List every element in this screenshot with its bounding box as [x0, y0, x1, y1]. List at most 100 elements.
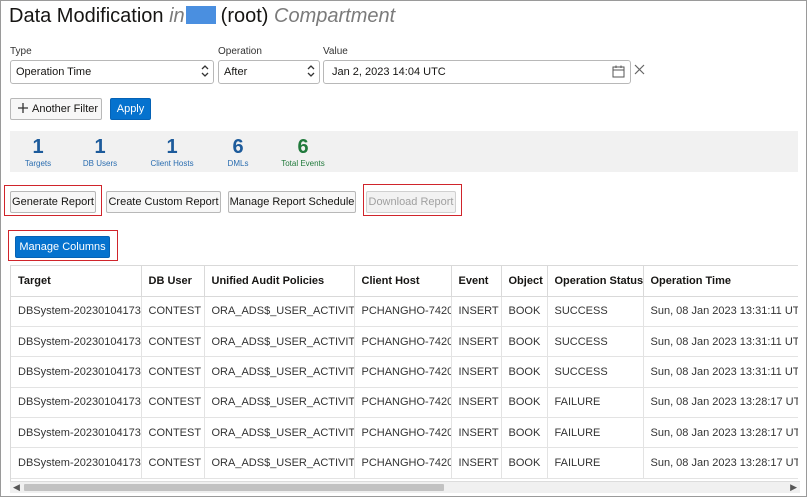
- stat-db-users-value: 1: [94, 136, 106, 158]
- generate-report-button[interactable]: Generate Report: [10, 191, 96, 213]
- cell-unified-audit-policies: ORA_ADS$_USER_ACTIVITY: [204, 356, 355, 388]
- cell-unified-audit-policies: ORA_ADS$_USER_ACTIVITY: [204, 447, 355, 479]
- audit-events-table: Target DB User Unified Audit Policies Cl…: [10, 265, 798, 481]
- cell-target: DBSystem-202301041737: [11, 417, 142, 449]
- cell-db-user: CONTEST: [141, 417, 205, 449]
- cell-target: DBSystem-202301041737: [11, 356, 142, 388]
- stat-dmls-value: 6: [232, 136, 244, 158]
- stat-client-hosts-value: 1: [166, 136, 178, 158]
- stat-db-users-label: DB Users: [82, 159, 118, 168]
- stat-targets[interactable]: 1 Targets: [18, 135, 58, 168]
- stat-total-events-value: 6: [297, 136, 309, 158]
- manage-columns-button[interactable]: Manage Columns: [15, 236, 110, 258]
- cell-object: BOOK: [501, 447, 548, 479]
- scrollbar-thumb[interactable]: [24, 484, 444, 491]
- cell-client-host: PCHANGHO-7420: [354, 387, 452, 419]
- cell-event: INSERT: [451, 387, 502, 419]
- cell-operation-time: Sun, 08 Jan 2023 13:31:11 UTC: [643, 326, 798, 358]
- chevron-updown-icon: [200, 63, 210, 82]
- cell-operation-status: FAILURE: [547, 387, 644, 419]
- cell-target: DBSystem-202301041737: [11, 296, 142, 327]
- plus-icon: [17, 101, 29, 121]
- value-date-input[interactable]: Jan 2, 2023 14:04 UTC: [323, 60, 631, 84]
- cell-target: DBSystem-202301041737: [11, 447, 142, 479]
- stat-client-hosts[interactable]: 1 Client Hosts: [144, 135, 200, 168]
- stat-dmls[interactable]: 6 DMLs: [220, 135, 256, 168]
- column-header-unified-audit-policies[interactable]: Unified Audit Policies: [204, 266, 355, 297]
- stat-targets-label: Targets: [24, 159, 52, 168]
- table-row[interactable]: DBSystem-202301041737 CONTEST ORA_ADS$_USE…: [11, 387, 798, 419]
- manage-report-schedule-button[interactable]: Manage Report Schedule: [228, 191, 356, 213]
- title-in: in: [169, 5, 185, 27]
- operation-label: Operation: [218, 46, 262, 57]
- cell-db-user: CONTEST: [141, 447, 205, 479]
- cell-client-host: PCHANGHO-7420: [354, 356, 452, 388]
- cell-operation-status: FAILURE: [547, 447, 644, 479]
- cell-operation-status: SUCCESS: [547, 326, 644, 358]
- cell-event: INSERT: [451, 447, 502, 479]
- column-header-operation-status[interactable]: Operation Status: [547, 266, 644, 297]
- cell-db-user: CONTEST: [141, 387, 205, 419]
- scroll-right-icon[interactable]: ▶: [790, 482, 797, 493]
- table-row[interactable]: DBSystem-202301041737 CONTEST ORA_ADS$_USE…: [11, 356, 798, 388]
- cell-object: BOOK: [501, 417, 548, 449]
- cell-db-user: CONTEST: [141, 326, 205, 358]
- scroll-left-icon[interactable]: ◀: [13, 482, 20, 493]
- column-header-client-host[interactable]: Client Host: [354, 266, 452, 297]
- cell-operation-time: Sun, 08 Jan 2023 13:28:17 UTC: [643, 447, 798, 479]
- create-custom-report-button[interactable]: Create Custom Report: [106, 191, 221, 213]
- cell-object: BOOK: [501, 326, 548, 358]
- column-header-db-user[interactable]: DB User: [141, 266, 205, 297]
- redacted-compartment: [185, 6, 216, 24]
- stat-total-events-label: Total Events: [281, 159, 325, 168]
- table-header-row: Target DB User Unified Audit Policies Cl…: [11, 266, 798, 297]
- cell-unified-audit-policies: ORA_ADS$_USER_ACTIVITY: [204, 387, 355, 419]
- table-row[interactable]: DBSystem-202301041737 CONTEST ORA_ADS$_USE…: [11, 417, 798, 449]
- column-header-target[interactable]: Target: [11, 266, 142, 297]
- table-body: DBSystem-202301041737 CONTEST ORA_ADS$_USE…: [11, 296, 798, 479]
- column-header-operation-time[interactable]: Operation Time: [643, 266, 798, 297]
- cell-event: INSERT: [451, 417, 502, 449]
- stat-client-hosts-label: Client Hosts: [150, 159, 194, 168]
- apply-button[interactable]: Apply: [110, 98, 151, 120]
- cell-db-user: CONTEST: [141, 296, 205, 327]
- cell-object: BOOK: [501, 296, 548, 327]
- close-icon[interactable]: [634, 62, 645, 78]
- chevron-updown-icon: [306, 63, 316, 82]
- stat-targets-value: 1: [32, 136, 44, 158]
- stat-total-events[interactable]: 6 Total Events: [276, 135, 330, 168]
- cell-event: INSERT: [451, 356, 502, 388]
- cell-operation-time: Sun, 08 Jan 2023 13:31:11 UTC: [643, 356, 798, 388]
- type-select-value: Operation Time: [16, 66, 92, 78]
- value-date-text: Jan 2, 2023 14:04 UTC: [332, 66, 446, 78]
- cell-operation-time: Sun, 08 Jan 2023 13:28:17 UTC: [643, 417, 798, 449]
- operation-select-value: After: [224, 66, 248, 78]
- type-select[interactable]: Operation Time: [10, 60, 214, 84]
- stat-dmls-label: DMLs: [227, 159, 249, 168]
- table-row[interactable]: DBSystem-202301041737 CONTEST ORA_ADS$_USE…: [11, 326, 798, 358]
- horizontal-scrollbar[interactable]: ◀ ▶: [10, 481, 800, 493]
- stat-db-users[interactable]: 1 DB Users: [78, 135, 122, 168]
- cell-target: DBSystem-202301041737: [11, 387, 142, 419]
- column-header-event[interactable]: Event: [451, 266, 502, 297]
- another-filter-button[interactable]: Another Filter: [10, 98, 102, 120]
- cell-operation-status: FAILURE: [547, 417, 644, 449]
- calendar-icon[interactable]: [612, 65, 625, 81]
- type-label: Type: [10, 46, 32, 57]
- another-filter-label: Another Filter: [32, 103, 99, 115]
- cell-client-host: PCHANGHO-7420: [354, 417, 452, 449]
- table-row[interactable]: DBSystem-202301041737 CONTEST ORA_ADS$_USE…: [11, 296, 798, 327]
- cell-operation-status: SUCCESS: [547, 356, 644, 388]
- table-row[interactable]: DBSystem-202301041737 CONTEST ORA_ADS$_USE…: [11, 447, 798, 479]
- cell-event: INSERT: [451, 296, 502, 327]
- cell-operation-status: SUCCESS: [547, 296, 644, 327]
- cell-object: BOOK: [501, 387, 548, 419]
- cell-db-user: CONTEST: [141, 356, 205, 388]
- cell-client-host: PCHANGHO-7420: [354, 296, 452, 327]
- title-main: Data Modification: [9, 5, 164, 27]
- download-report-button[interactable]: Download Report: [366, 191, 456, 213]
- operation-select[interactable]: After: [218, 60, 320, 84]
- summary-stats: 1 Targets 1 DB Users 1 Client Hosts 6 DM…: [10, 131, 798, 172]
- column-header-object[interactable]: Object: [501, 266, 548, 297]
- page-title: Data Modification in (root) Compartment: [9, 5, 395, 28]
